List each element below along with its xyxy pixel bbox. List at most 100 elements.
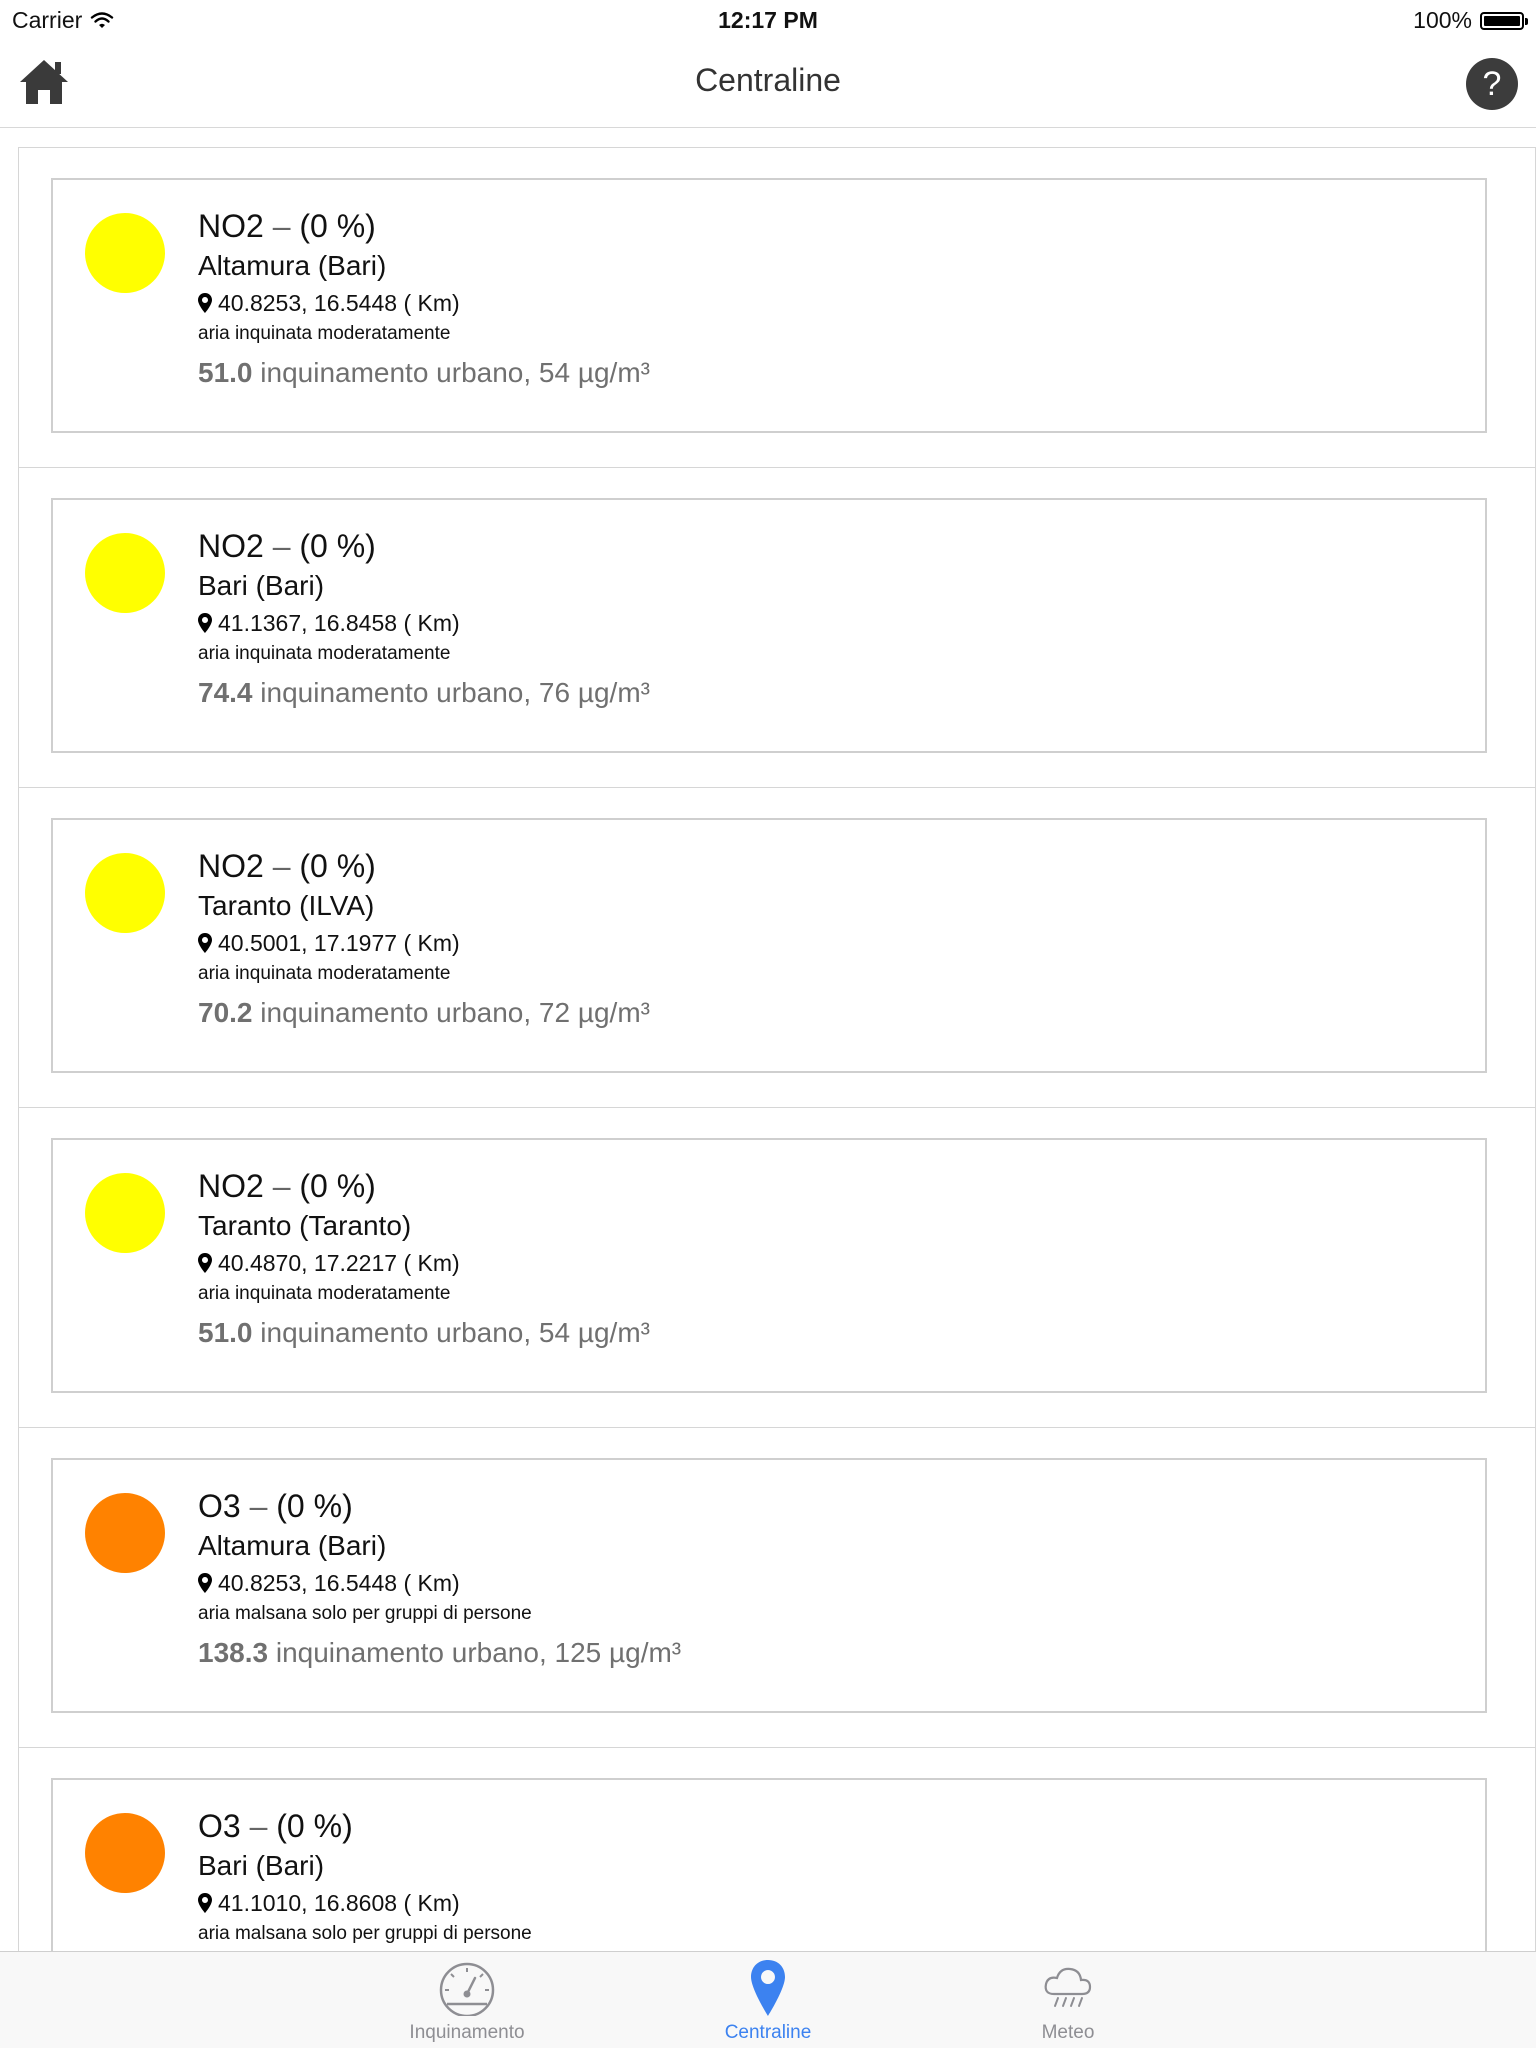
battery-percent: 100% (1413, 7, 1472, 33)
pollutant-name: NO2 (198, 208, 264, 244)
navigation-bar: Centraline ? (0, 40, 1536, 128)
separator-dash: – (272, 1168, 291, 1204)
air-quality-description: aria inquinata moderatamente (198, 323, 451, 344)
station-info: NO2 – (0 %) Taranto (ILVA) 40.5001, 17.1… (198, 848, 650, 1031)
status-right: 100% (1413, 7, 1528, 34)
pollution-level-indicator (85, 853, 165, 933)
pollutant-line: NO2 – (0 %) (198, 1168, 650, 1204)
station-name: Taranto (ILVA) (198, 890, 375, 921)
tab-centraline[interactable]: Centraline (668, 1952, 868, 2049)
pollutant-line: O3 – (0 %) (198, 1488, 681, 1524)
status-time: 12:17 PM (718, 7, 818, 33)
station-card[interactable]: NO2 – (0 %) Taranto (ILVA) 40.5001, 17.1… (51, 818, 1487, 1073)
air-quality-description: aria inquinata moderatamente (198, 643, 451, 664)
air-quality-description: aria malsana solo per gruppi di persone (198, 1603, 532, 1624)
station-name: Altamura (Bari) (198, 250, 387, 281)
pollutant-percent: (0 %) (299, 1168, 376, 1204)
list-item[interactable]: O3 – (0 %) Altamura (Bari) 40.8253, 16.5… (19, 1428, 1535, 1748)
pollutant-line: NO2 – (0 %) (198, 848, 650, 884)
pollution-detail: inquinamento urbano, 76 µg/m³ (260, 677, 650, 708)
coordinates: 40.4870, 17.2217 ( Km) (218, 1250, 460, 1276)
station-name: Bari (Bari) (198, 1850, 325, 1881)
pollution-level-indicator (85, 1173, 165, 1253)
station-name: Altamura (Bari) (198, 1530, 387, 1561)
pollution-level-indicator (85, 213, 165, 293)
tab-label: Inquinamento (409, 2022, 525, 2043)
value-line: 138.3 inquinamento urbano, 125 µg/m³ (198, 1635, 681, 1671)
pollution-level-indicator (85, 1813, 165, 1893)
pollution-detail: inquinamento urbano, 72 µg/m³ (260, 997, 650, 1028)
map-marker-icon (198, 1573, 212, 1593)
separator-dash: – (249, 1488, 268, 1524)
station-card[interactable]: NO2 – (0 %) Bari (Bari) 41.1367, 16.8458… (51, 498, 1487, 753)
map-marker-icon (198, 933, 212, 953)
tab-bar: Inquinamento Centraline Meteo (0, 1951, 1536, 2048)
coordinates-line: 40.4870, 17.2217 ( Km) (198, 1248, 650, 1278)
value-line: 74.4 inquinamento urbano, 76 µg/m³ (198, 675, 650, 711)
list-item[interactable]: NO2 – (0 %) Bari (Bari) 41.1367, 16.8458… (19, 468, 1535, 788)
station-card[interactable]: O3 – (0 %) Bari (Bari) 41.1010, 16.8608 … (51, 1778, 1487, 1951)
list-item[interactable]: NO2 – (0 %) Taranto (Taranto) 40.4870, 1… (19, 1108, 1535, 1428)
pollutant-line: NO2 – (0 %) (198, 528, 650, 564)
pollutant-line: O3 – (0 %) (198, 1808, 532, 1844)
pollution-value: 51.0 (198, 357, 253, 388)
station-info: O3 – (0 %) Altamura (Bari) 40.8253, 16.5… (198, 1488, 681, 1671)
coordinates: 41.1010, 16.8608 ( Km) (218, 1890, 460, 1916)
map-pin-icon (751, 1960, 785, 2016)
station-card[interactable]: NO2 – (0 %) Taranto (Taranto) 40.4870, 1… (51, 1138, 1487, 1393)
coordinates: 41.1367, 16.8458 ( Km) (218, 610, 460, 636)
station-info: O3 – (0 %) Bari (Bari) 41.1010, 16.8608 … (198, 1808, 532, 1951)
pollutant-percent: (0 %) (299, 528, 376, 564)
station-info: NO2 – (0 %) Taranto (Taranto) 40.4870, 1… (198, 1168, 650, 1351)
pollutant-percent: (0 %) (299, 848, 376, 884)
station-list[interactable]: NO2 – (0 %) Altamura (Bari) 40.8253, 16.… (18, 147, 1536, 1951)
pollutant-percent: (0 %) (276, 1808, 353, 1844)
tab-inquinamento[interactable]: Inquinamento (367, 1952, 567, 2049)
pollution-detail: inquinamento urbano, 54 µg/m³ (260, 1317, 650, 1348)
map-marker-icon (198, 1253, 212, 1273)
value-line: 51.0 inquinamento urbano, 54 µg/m³ (198, 355, 650, 391)
pollution-level-indicator (85, 533, 165, 613)
pollutant-percent: (0 %) (276, 1488, 353, 1524)
pollution-level-indicator (85, 1493, 165, 1573)
coordinates-line: 40.8253, 16.5448 ( Km) (198, 1568, 681, 1598)
value-line: 70.2 inquinamento urbano, 72 µg/m³ (198, 995, 650, 1031)
coordinates-line: 40.8253, 16.5448 ( Km) (198, 288, 650, 318)
pollutant-name: NO2 (198, 848, 264, 884)
list-item[interactable]: O3 – (0 %) Bari (Bari) 41.1010, 16.8608 … (19, 1748, 1535, 1951)
map-marker-icon (198, 293, 212, 313)
coordinates: 40.8253, 16.5448 ( Km) (218, 290, 460, 316)
station-info: NO2 – (0 %) Altamura (Bari) 40.8253, 16.… (198, 208, 650, 391)
pollution-value: 138.3 (198, 1637, 269, 1668)
station-name: Bari (Bari) (198, 570, 325, 601)
tab-label: Meteo (1041, 2022, 1095, 2043)
separator-dash: – (249, 1808, 268, 1844)
list-item[interactable]: NO2 – (0 %) Altamura (Bari) 40.8253, 16.… (19, 148, 1535, 468)
pollutant-line: NO2 – (0 %) (198, 208, 650, 244)
coordinates: 40.8253, 16.5448 ( Km) (218, 1570, 460, 1596)
value-line: 51.0 inquinamento urbano, 54 µg/m³ (198, 1315, 650, 1351)
coordinates-line: 41.1010, 16.8608 ( Km) (198, 1888, 532, 1918)
tab-label: Centraline (724, 2022, 812, 2043)
station-card[interactable]: NO2 – (0 %) Altamura (Bari) 40.8253, 16.… (51, 178, 1487, 433)
pollutant-name: NO2 (198, 528, 264, 564)
coordinates-line: 41.1367, 16.8458 ( Km) (198, 608, 650, 638)
help-icon: ? (1482, 65, 1502, 103)
speedometer-icon (439, 1962, 495, 2016)
pollutant-name: O3 (198, 1488, 241, 1524)
battery-icon (1480, 11, 1528, 30)
coordinates-line: 40.5001, 17.1977 ( Km) (198, 928, 650, 958)
air-quality-description: aria inquinata moderatamente (198, 963, 451, 984)
station-card[interactable]: O3 – (0 %) Altamura (Bari) 40.8253, 16.5… (51, 1458, 1487, 1713)
pollution-detail: inquinamento urbano, 125 µg/m³ (275, 1637, 682, 1668)
pollution-value: 74.4 (198, 677, 253, 708)
map-marker-icon (198, 1893, 212, 1913)
page-title: Centraline (695, 62, 841, 98)
pollutant-name: O3 (198, 1808, 241, 1844)
help-button[interactable]: ? (1466, 58, 1518, 110)
pollution-detail: inquinamento urbano, 54 µg/m³ (260, 357, 650, 388)
list-item[interactable]: NO2 – (0 %) Taranto (ILVA) 40.5001, 17.1… (19, 788, 1535, 1108)
separator-dash: – (272, 528, 291, 564)
tab-meteo[interactable]: Meteo (968, 1952, 1168, 2049)
coordinates: 40.5001, 17.1977 ( Km) (218, 930, 460, 956)
